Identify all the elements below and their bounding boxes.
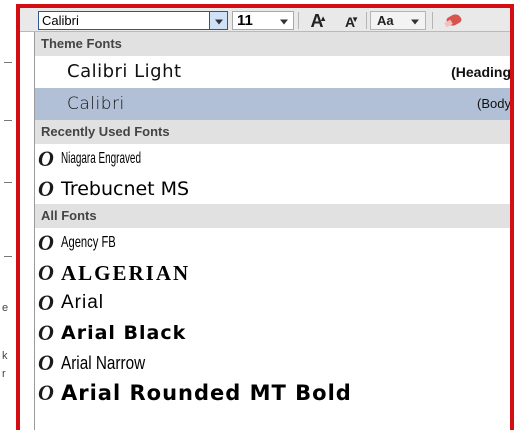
opentype-icon: O	[38, 176, 54, 201]
shrink-font-button[interactable]: A ▼	[336, 11, 364, 30]
opentype-icon: O	[38, 380, 54, 405]
font-option-algerian[interactable]: O ALGERIAN	[35, 258, 510, 288]
font-option-label: Arial Narrow	[61, 353, 146, 373]
font-list-dropdown[interactable]: Theme Fonts Calibri Light (Heading Calib…	[34, 32, 510, 430]
font-toolbar: A ▲ A ▼ Aa	[20, 8, 510, 32]
font-size-dropdown-button[interactable]	[275, 12, 293, 29]
font-role-label: (Body	[477, 96, 511, 111]
font-role-label: (Heading	[451, 64, 511, 80]
font-option-label: Niagara Engraved	[61, 150, 141, 167]
caret-up-icon: ▲	[319, 14, 327, 23]
font-name-input[interactable]	[39, 12, 209, 29]
ruler-tick	[4, 120, 12, 121]
font-option-trebuchet-ms[interactable]: O Trebucnet MS	[35, 174, 510, 204]
font-option-agency-fb[interactable]: O Agency FB	[35, 228, 510, 258]
font-option-arial[interactable]: O Arial	[35, 288, 510, 318]
ruler-tick	[4, 256, 12, 257]
font-option-label: Calibri	[67, 94, 125, 114]
opentype-icon: O	[38, 320, 54, 345]
chevron-down-icon	[214, 19, 223, 24]
opentype-icon: O	[38, 350, 54, 375]
font-option-calibri-light[interactable]: Calibri Light (Heading	[35, 56, 511, 88]
font-option-label: Agency FB	[61, 234, 116, 251]
caret-down-icon: ▼	[351, 15, 359, 24]
change-case-button[interactable]: Aa	[370, 11, 426, 30]
font-option-label: Calibri Light	[67, 61, 182, 82]
toolbar-separator	[432, 12, 433, 29]
toolbar-separator	[298, 12, 299, 29]
font-option-niagara-engraved[interactable]: O Niagara Engraved	[35, 144, 510, 174]
ruler-tick	[4, 182, 12, 183]
font-option-label: ALGERIAN	[61, 261, 191, 285]
font-option-label: Arial	[61, 292, 105, 313]
font-dropdown-highlight-frame: A ▲ A ▼ Aa Theme Fonts Calibri Light (He…	[16, 4, 514, 430]
font-size-combobox[interactable]	[232, 11, 294, 30]
section-header-theme-fonts: Theme Fonts	[35, 32, 510, 56]
chevron-down-icon	[411, 19, 419, 24]
opentype-icon: O	[38, 146, 54, 171]
font-option-arial-black[interactable]: O Arial Black	[35, 318, 510, 348]
font-name-dropdown-button[interactable]	[209, 12, 227, 29]
font-option-calibri[interactable]: Calibri (Body	[35, 88, 511, 120]
section-header-all-fonts: All Fonts	[35, 204, 510, 228]
document-text-fragment: r	[2, 368, 6, 380]
document-text-fragment: k	[2, 350, 8, 362]
font-name-combobox[interactable]	[38, 11, 228, 30]
font-option-arial-narrow[interactable]: O Arial Narrow	[35, 348, 510, 378]
chevron-down-icon	[280, 19, 288, 24]
font-option-arial-rounded-mt-bold[interactable]: O Arial Rounded MT Bold	[35, 378, 510, 408]
font-size-input[interactable]	[233, 12, 275, 29]
font-option-label: Arial Black	[61, 322, 187, 344]
opentype-icon: O	[38, 230, 54, 255]
clear-formatting-button[interactable]	[438, 11, 468, 30]
ruler-tick	[4, 62, 12, 63]
font-option-label: Arial Rounded MT Bold	[61, 381, 352, 405]
font-option-label: Trebucnet MS	[61, 178, 190, 200]
opentype-icon: O	[38, 260, 54, 285]
opentype-icon: O	[38, 290, 54, 315]
change-case-label: Aa	[377, 13, 394, 28]
grow-font-button[interactable]: A ▲	[302, 11, 332, 31]
document-text-fragment: e	[2, 302, 9, 314]
section-header-recently-used-fonts: Recently Used Fonts	[35, 120, 510, 144]
toolbar-separator	[366, 12, 367, 29]
